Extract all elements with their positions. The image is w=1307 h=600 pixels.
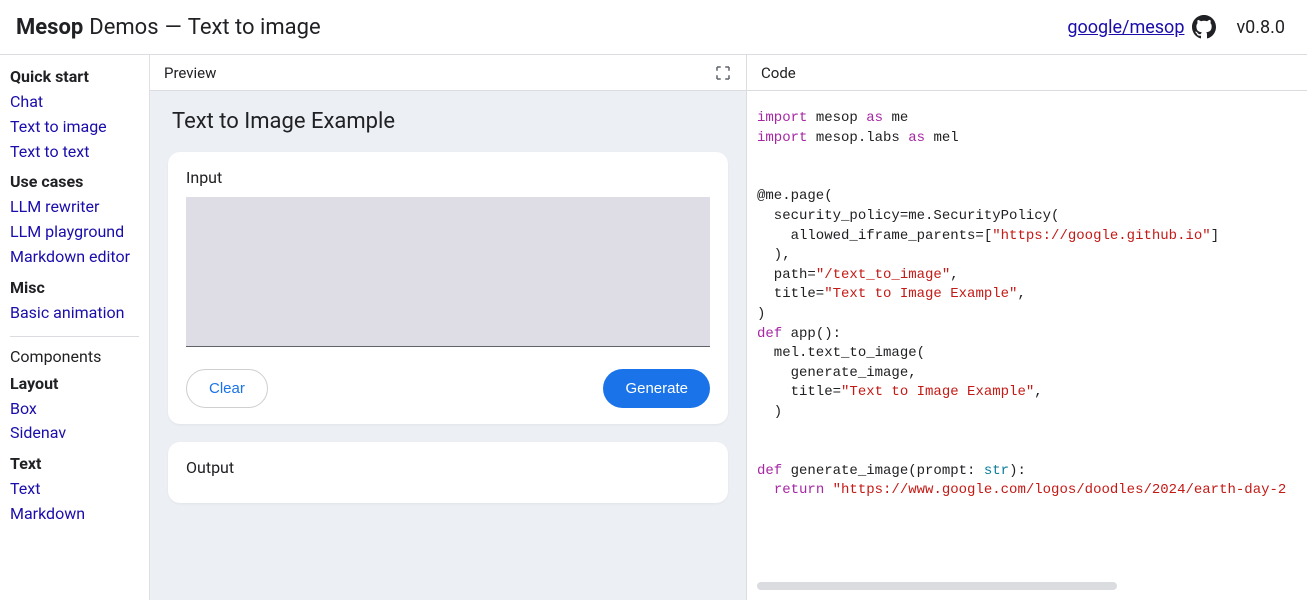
title-separator: — <box>165 15 182 40</box>
repo-link[interactable]: google/mesop <box>1067 17 1184 38</box>
sidebar-section-title: Text <box>10 454 139 473</box>
code-line: import mesop as me <box>757 109 1297 129</box>
sidebar: Quick start ChatText to imageText to text… <box>0 55 150 600</box>
sidebar-divider <box>10 336 139 337</box>
code-header-title: Code <box>761 64 796 82</box>
generate-button[interactable]: Generate <box>603 369 710 408</box>
code-body[interactable]: import mesop as meimport mesop.labs as m… <box>747 91 1307 600</box>
preview-panel: Preview Text to Image Example Input Clea… <box>150 55 747 600</box>
preview-header-title: Preview <box>164 64 216 82</box>
code-line: security_policy=me.SecurityPolicy( <box>757 207 1297 227</box>
code-line: path="/text_to_image", <box>757 266 1297 286</box>
code-line: ) <box>757 403 1297 423</box>
sidebar-item[interactable]: Text to text <box>10 140 139 165</box>
code-line: allowed_iframe_parents=["https://google.… <box>757 227 1297 247</box>
top-bar: Mesop Demos — Text to image google/mesop… <box>0 0 1307 55</box>
code-line: return "https://www.google.com/logos/doo… <box>757 481 1297 501</box>
version-label: v0.8.0 <box>1236 17 1285 38</box>
code-line: def generate_image(prompt: str): <box>757 462 1297 482</box>
code-panel: Code import mesop as meimport mesop.labs… <box>747 55 1307 600</box>
code-line <box>757 148 1297 168</box>
code-line: def app(): <box>757 325 1297 345</box>
prompt-input[interactable] <box>186 197 710 347</box>
code-header: Code <box>747 55 1307 91</box>
output-label: Output <box>186 458 710 477</box>
sidebar-section-title: Misc <box>10 278 139 297</box>
sidebar-item[interactable]: Sidenav <box>10 421 139 446</box>
example-title: Text to Image Example <box>172 109 728 134</box>
sidebar-section-title: Quick start <box>10 67 139 86</box>
clear-button[interactable]: Clear <box>186 369 268 408</box>
horizontal-scrollbar[interactable] <box>757 582 1117 590</box>
sidebar-section-title: Use cases <box>10 172 139 191</box>
code-line: ) <box>757 305 1297 325</box>
code-line <box>757 423 1297 443</box>
top-left: Mesop Demos — Text to image <box>16 15 321 40</box>
code-line: title="Text to Image Example", <box>757 383 1297 403</box>
output-card: Output <box>168 442 728 503</box>
sidebar-item[interactable]: Markdown <box>10 502 139 527</box>
github-icon[interactable] <box>1192 15 1216 39</box>
input-card: Input Clear Generate <box>168 152 728 424</box>
preview-body: Text to Image Example Input Clear Genera… <box>150 91 746 600</box>
sidebar-item[interactable]: Text <box>10 477 139 502</box>
sidebar-item[interactable]: Box <box>10 397 139 422</box>
input-label: Input <box>186 168 710 187</box>
sidebar-item[interactable]: LLM rewriter <box>10 195 139 220</box>
brand: Mesop <box>16 15 83 40</box>
sidebar-item[interactable]: LLM playground <box>10 220 139 245</box>
sidebar-section-title: Layout <box>10 374 139 393</box>
sidebar-components-title: Components <box>10 347 139 366</box>
code-line <box>757 442 1297 462</box>
code-line: title="Text to Image Example", <box>757 285 1297 305</box>
sidebar-item[interactable]: Markdown editor <box>10 245 139 270</box>
sidebar-item[interactable]: Chat <box>10 90 139 115</box>
preview-header: Preview <box>150 55 746 91</box>
code-line: generate_image, <box>757 364 1297 384</box>
demos-label: Demos <box>89 15 158 40</box>
button-row: Clear Generate <box>186 369 710 408</box>
code-line: mel.text_to_image( <box>757 344 1297 364</box>
code-line <box>757 168 1297 188</box>
sidebar-item[interactable]: Text to image <box>10 115 139 140</box>
sidebar-item[interactable]: Basic animation <box>10 301 139 326</box>
code-line: ), <box>757 246 1297 266</box>
code-line: import mesop.labs as mel <box>757 129 1297 149</box>
code-line: @me.page( <box>757 187 1297 207</box>
fullscreen-icon[interactable] <box>714 64 732 82</box>
page-title: Text to image <box>188 15 321 40</box>
